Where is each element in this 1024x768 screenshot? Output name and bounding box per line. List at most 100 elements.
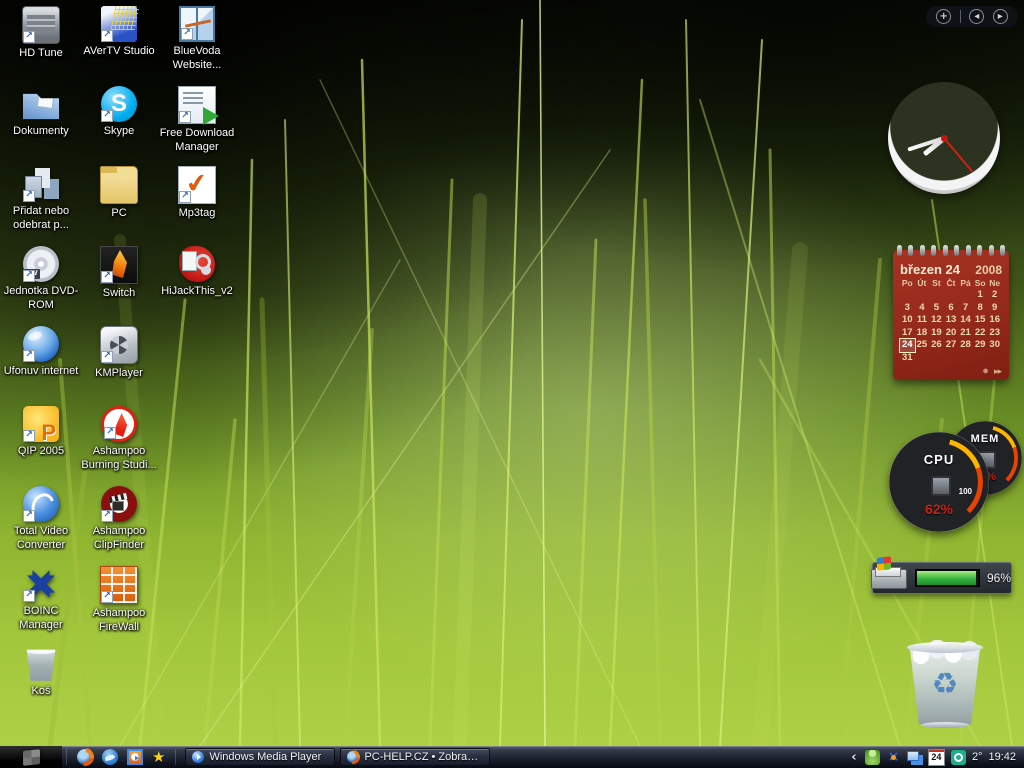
battery-meter-gadget[interactable]: 96% [872, 562, 1012, 594]
calendar-day-cell[interactable]: 21 [958, 327, 973, 340]
cpu-value: 62% [889, 501, 989, 517]
tray-clock[interactable]: 19:42 [988, 751, 1016, 763]
desktop-icon-free-download-manager[interactable]: ↗ Free Download Manager [158, 86, 236, 155]
calendar-day-cell[interactable]: 3 [900, 302, 915, 315]
desktop-icon-kmplayer[interactable]: ↗ KMPlayer [80, 326, 158, 381]
printer-icon [869, 557, 909, 591]
calendar-day-cell[interactable]: 8 [973, 302, 988, 315]
calendar-next-month-button[interactable]: ▸▸ [994, 366, 1001, 376]
calendar-day-cell[interactable]: 23 [987, 327, 1002, 340]
calendar-day-cell[interactable]: 13 [944, 314, 959, 327]
calendar-day-cell[interactable]: 31 [900, 352, 915, 365]
desktop-icon-firewall[interactable]: ↗ Ashampoo FireWall [80, 566, 158, 635]
desktop-icon-ufonuv-internet[interactable]: ↗ Ufonuv internet [2, 326, 80, 379]
task-label: Windows Media Player [209, 751, 321, 763]
calendar-day-cell[interactable]: 10 [900, 314, 915, 327]
quick-launch-bar: ★ [71, 749, 171, 765]
calendar-day-cell[interactable]: 22 [973, 327, 988, 340]
add-gadget-button[interactable]: + [936, 9, 951, 24]
calendar-dow-label: Po [900, 277, 915, 289]
calendar-blank-cell [987, 352, 1002, 365]
calendar-day-cell[interactable]: 25 [915, 339, 930, 352]
calendar-day-cell[interactable]: 9 [987, 302, 1002, 315]
shortcut-arrow-icon: ↗ [101, 110, 113, 122]
calendar-day-cell[interactable]: 2 [987, 289, 1002, 302]
calendar-tray-icon[interactable]: 24 [928, 749, 945, 766]
calendar-day-cell[interactable]: 14 [958, 314, 973, 327]
qip-icon: ↗ [23, 406, 59, 442]
calendar-month-day: březen 24 [900, 262, 960, 277]
video-converter-icon: ↗ [23, 486, 59, 522]
desktop-icon-switch[interactable]: ↗ Switch [80, 246, 158, 301]
qip-tray-icon[interactable] [865, 750, 880, 765]
desktop-icon-label: Ashampoo Burning Studi... [80, 445, 158, 473]
calendar-day-cell[interactable]: 4 [915, 302, 930, 315]
desktop-icon-total-video-converter[interactable]: ↗ Total Video Converter [2, 486, 80, 553]
boinc-tray-icon[interactable]: × [886, 750, 901, 765]
wmp-icon[interactable] [127, 749, 143, 765]
calendar-day-cell[interactable]: 19 [929, 327, 944, 340]
calendar-day-cell[interactable]: 6 [944, 302, 959, 315]
taskbar-task-wmp[interactable]: Windows Media Player [185, 748, 335, 766]
desktop-icon-qip-2005[interactable]: ↗ QIP 2005 [2, 406, 80, 459]
calendar-day-cell[interactable]: 29 [973, 339, 988, 352]
calendar-day-cell[interactable]: 7 [958, 302, 973, 315]
desktop-icon-label: Ashampoo FireWall [80, 607, 158, 635]
calendar-day-cell[interactable]: 18 [915, 327, 930, 340]
recycle-bin-full-icon[interactable]: ♻ [903, 638, 987, 728]
calendar-today-button[interactable]: ● [982, 366, 989, 376]
desktop-icon-label: Jednotka DVD-ROM [2, 285, 80, 313]
teal-app-tray-icon[interactable] [951, 750, 966, 765]
firefox-icon[interactable] [77, 749, 93, 765]
calendar-day-cell[interactable]: 20 [944, 327, 959, 340]
shortcut-arrow-icon: ↗ [23, 590, 35, 602]
calendar-day-cell[interactable]: 26 [929, 339, 944, 352]
calendar-day-cell[interactable]: 30 [987, 339, 1002, 352]
desktop-icon-add-remove-programs[interactable]: ↗ Přidat nebo odebrat p... [2, 166, 80, 233]
desktop-icon-dokumenty[interactable]: Dokumenty [2, 86, 80, 139]
desktop-icon-avertv-studio[interactable]: ↗ AVerTV Studio [80, 6, 158, 59]
desktop-icon-pc[interactable]: PC [80, 166, 158, 221]
calendar-day-cell[interactable]: 5 [929, 302, 944, 315]
calendar-day-cell[interactable]: 16 [987, 314, 1002, 327]
shortcut-arrow-icon: ↗ [179, 111, 191, 123]
thunderbird-icon[interactable] [102, 749, 118, 765]
desktop-icon-label: KMPlayer [80, 367, 158, 381]
calendar-gadget[interactable]: březen 24 2008 PoÚtStČtPáSoNe 1234567891… [893, 250, 1009, 380]
star-icon[interactable]: ★ [152, 749, 165, 765]
calendar-day-cell[interactable]: 12 [929, 314, 944, 327]
tray-temperature[interactable]: 2° [972, 751, 983, 763]
desktop-icon-kos[interactable]: Koš [2, 646, 80, 699]
cpu-scale-max: 100 [959, 487, 972, 496]
calendar-day-cell[interactable]: 1 [973, 289, 988, 302]
calendar-day-cell[interactable]: 15 [973, 314, 988, 327]
desktop-icon-dvd-rom[interactable]: ↗ Jednotka DVD-ROM [2, 246, 80, 313]
calendar-day-cell[interactable]: 27 [944, 339, 959, 352]
next-page-button[interactable]: ▸ [993, 9, 1008, 24]
desktop-icon-clipfinder[interactable]: ↗ Ashampoo ClipFinder [80, 486, 158, 553]
desktop-icon-hijackthis[interactable]: HiJackThis_v2 [158, 246, 236, 299]
desktop-icon-burning-studio[interactable]: ↗ Ashampoo Burning Studi... [80, 406, 158, 473]
prev-page-button[interactable]: ◂ [969, 9, 984, 24]
clock-gadget[interactable] [888, 82, 1000, 194]
calendar-year: 2008 [975, 263, 1002, 277]
calendar-day-cell[interactable]: 17 [900, 327, 915, 340]
start-button[interactable] [0, 746, 62, 768]
network-tray-icon[interactable] [907, 751, 919, 761]
cpu-meter-gadget[interactable]: CPU 100 62% [889, 432, 989, 532]
dvd-drive-icon: ↗ [23, 246, 59, 282]
boinc-icon: ↗ [23, 566, 59, 602]
desktop-icon-skype[interactable]: ↗ Skype [80, 86, 158, 139]
desktop-icon-mp3tag[interactable]: ↗ Mp3tag [158, 166, 236, 221]
calendar-day-cell[interactable]: 28 [958, 339, 973, 352]
shortcut-arrow-icon: ↗ [23, 31, 35, 43]
shortcut-arrow-icon: ↗ [104, 427, 116, 439]
calendar-day-cell[interactable]: 24 [900, 339, 915, 352]
desktop-icon-bluevoda[interactable]: ↗ BlueVoda Website... [158, 6, 236, 73]
taskbar-task-firefox[interactable]: PC-HELP.CZ • Zobrazi... [340, 748, 490, 766]
calendar-day-cell[interactable]: 11 [915, 314, 930, 327]
divider [66, 749, 67, 765]
tray-collapse-chevron-icon[interactable]: ‹ [849, 750, 859, 765]
desktop-icon-hd-tune[interactable]: ↗ HD Tune [2, 6, 80, 61]
desktop-icon-boinc-manager[interactable]: ↗ BOINC Manager [2, 566, 80, 633]
